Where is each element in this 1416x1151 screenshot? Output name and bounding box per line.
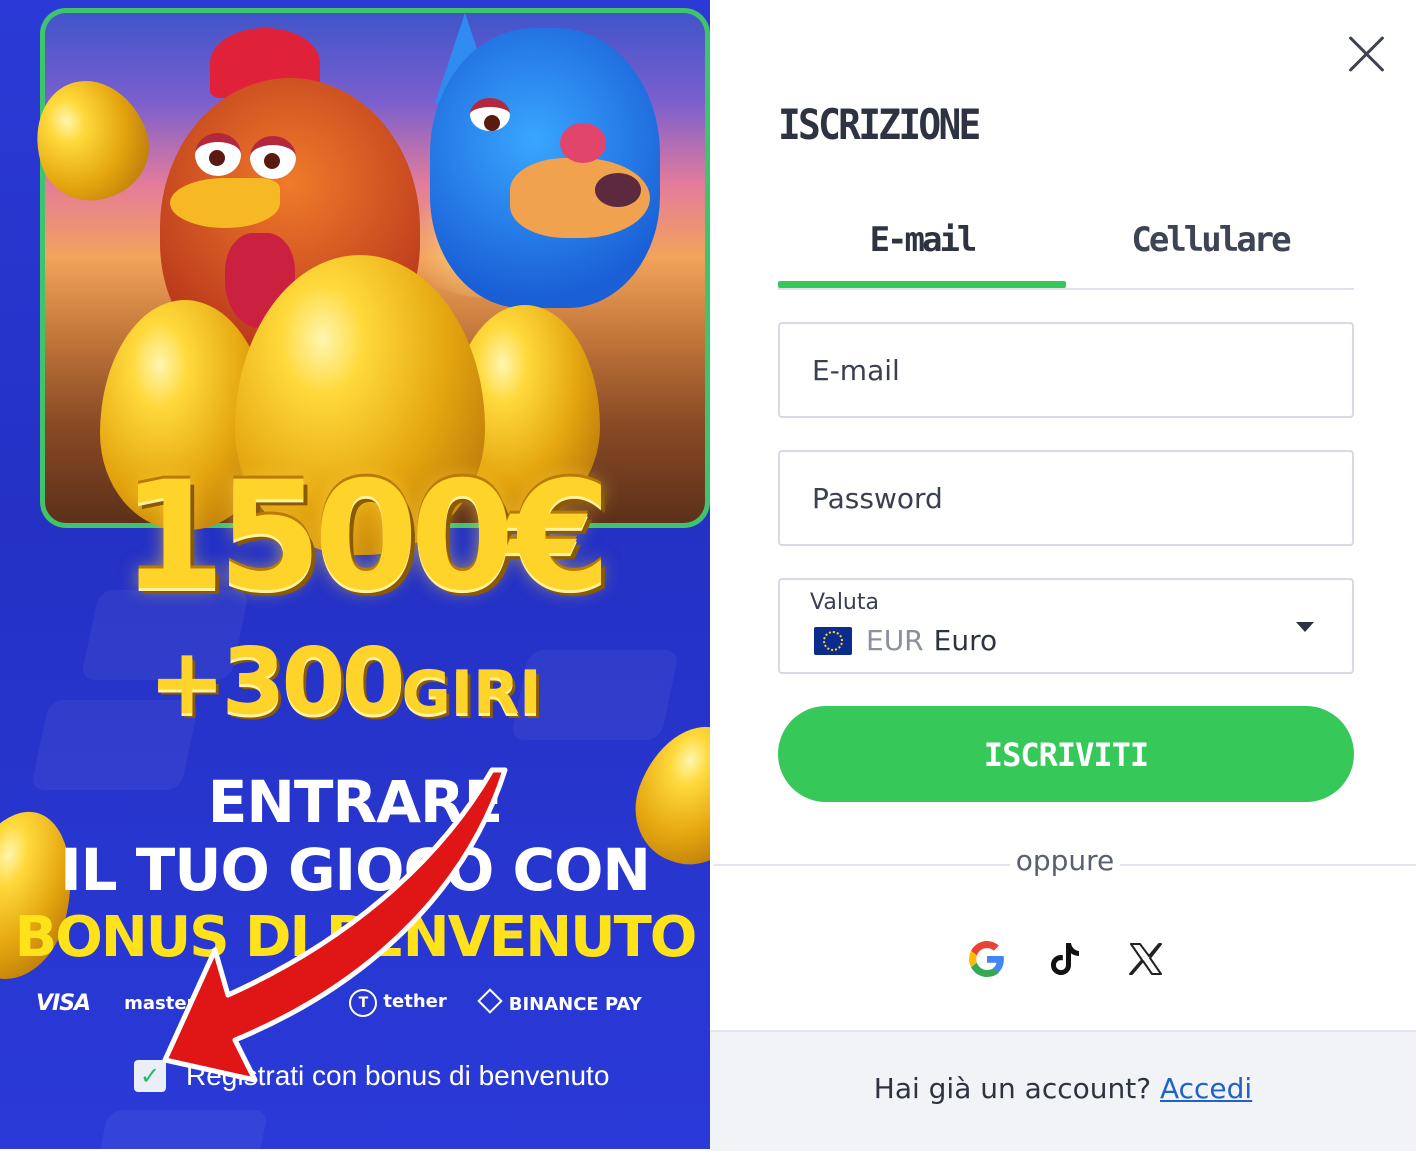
chevron-down-icon[interactable]	[1296, 622, 1314, 632]
form-title: ISCRIZIONE	[778, 100, 981, 149]
binance-pay-logo: BINANCE PAY	[477, 987, 642, 1015]
tab-phone[interactable]: Cellulare	[1066, 212, 1354, 286]
rooster-beak	[170, 178, 280, 228]
eu-flag-icon	[814, 626, 852, 655]
tether-logo: Ttether	[349, 989, 447, 1017]
email-field-wrapper	[778, 322, 1354, 418]
password-input[interactable]	[780, 452, 1352, 544]
promo-line-3: BONUS DI BENVENUTO	[14, 905, 698, 970]
bonus-amount: 1500€	[121, 450, 611, 624]
signup-method-tabs: E-mail Cellulare	[778, 212, 1354, 290]
currency-label: Valuta	[810, 590, 879, 615]
tether-icon: T	[349, 989, 378, 1017]
currency-select[interactable]: Valuta EUR Euro	[778, 578, 1354, 674]
close-icon[interactable]	[1346, 34, 1386, 74]
mastercard-logo: master	[124, 992, 196, 1014]
currency-value: EUR Euro	[814, 624, 997, 657]
tiktok-icon[interactable]	[1042, 936, 1088, 982]
promo-line-2: IL TUO GIOCO CON	[60, 836, 651, 904]
tab-email[interactable]: E-mail	[778, 212, 1066, 288]
login-footer: Hai già un account? Accedi	[710, 1030, 1416, 1151]
google-icon[interactable]	[964, 936, 1010, 982]
promo-banner: 1500€ +300GIRI ENTRARE IL TUO GIOCO CON …	[0, 0, 710, 1149]
email-input[interactable]	[780, 324, 1352, 416]
currency-code: EUR	[866, 624, 924, 657]
x-icon[interactable]	[1122, 936, 1168, 982]
currency-name: Euro	[933, 624, 998, 657]
promo-line-1: ENTRARE	[207, 768, 504, 836]
password-field-wrapper	[778, 450, 1354, 546]
registration-panel: ISCRIZIONE E-mail Cellulare Valuta EUR E…	[710, 0, 1416, 1151]
rooster-eye	[195, 133, 241, 176]
or-separator: oppure	[1010, 844, 1120, 877]
rooster-eye	[250, 136, 296, 179]
free-spins: +300GIRI	[148, 628, 542, 735]
bonus-option[interactable]: ✓ Registrati con bonus di benvenuto	[134, 1060, 609, 1092]
have-account-text: Hai già un account?	[873, 1072, 1152, 1105]
visa-logo: VISA	[36, 990, 91, 1016]
login-link[interactable]: Accedi	[1160, 1072, 1252, 1105]
bonus-checkbox[interactable]: ✓	[134, 1060, 166, 1092]
wolf-eye	[470, 98, 510, 131]
binance-icon	[477, 987, 503, 1014]
bg-tile	[91, 1110, 269, 1149]
payment-methods: VISA master Ttether BINANCE PAY	[36, 986, 686, 1020]
signup-button[interactable]: ISCRIVITI	[778, 706, 1354, 802]
bonus-checkbox-label[interactable]: Registrati con bonus di benvenuto	[186, 1060, 609, 1092]
